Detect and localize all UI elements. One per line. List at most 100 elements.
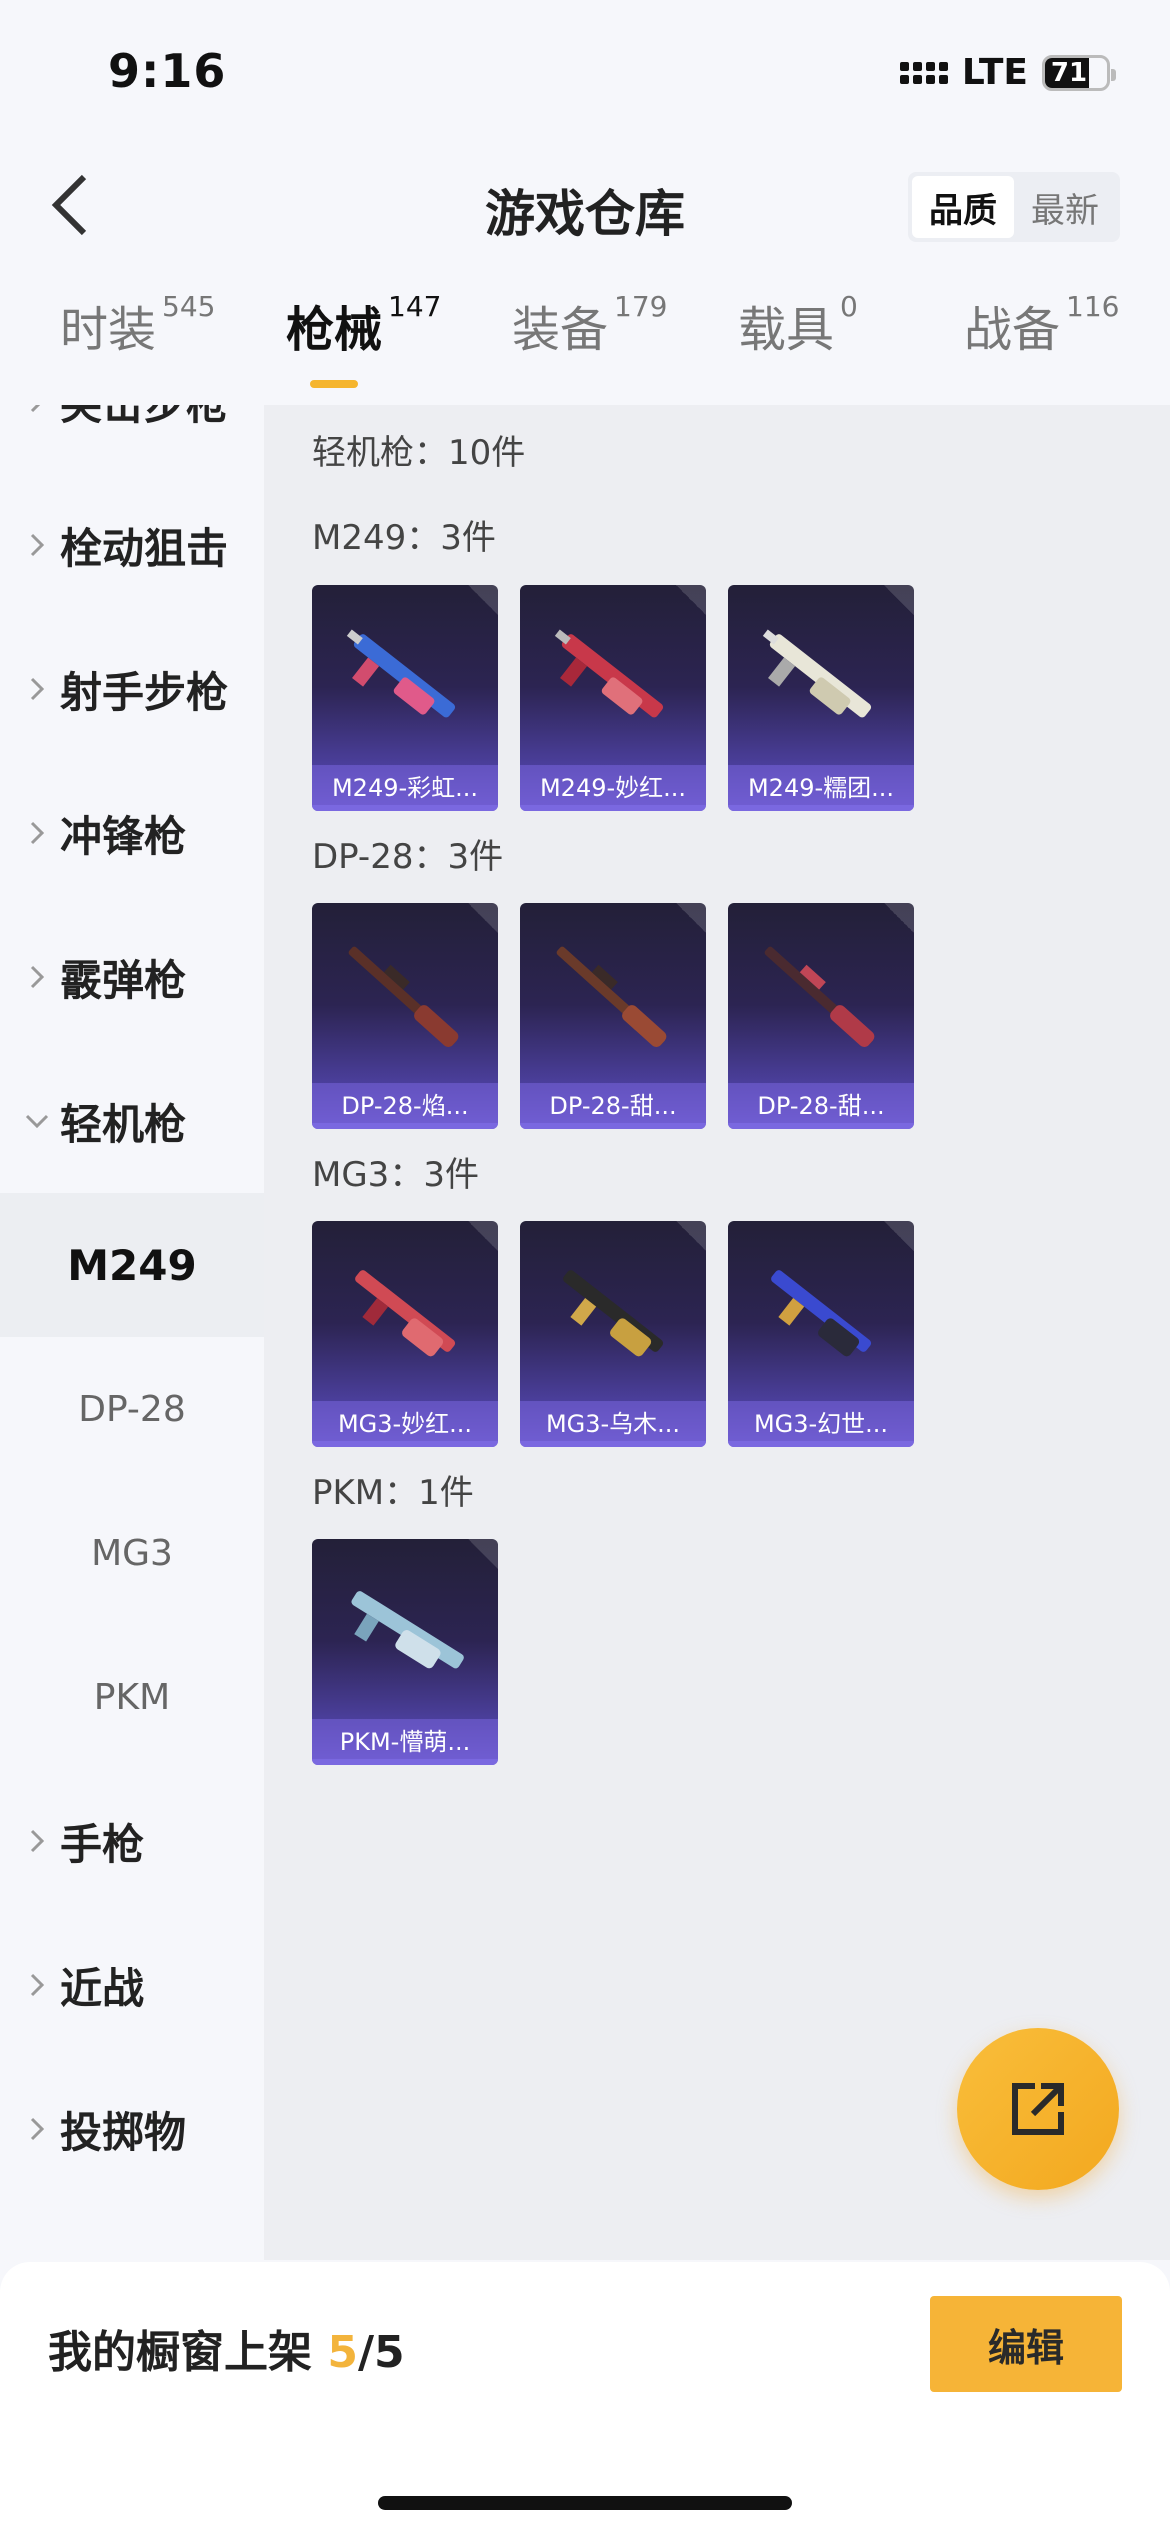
sidebar-item-pistol[interactable]: 手枪	[0, 1769, 264, 1913]
item-name: MG3-妙红...	[312, 1401, 498, 1441]
item-card[interactable]: MG3-幻世...	[728, 1221, 914, 1447]
tab-label: 装备	[512, 302, 609, 358]
category-tabs: 时装 545 枪械 147 装备 179 载具 0 战备 116	[0, 290, 1170, 400]
active-tab-indicator	[310, 380, 358, 388]
battery-level: 71	[1050, 57, 1088, 88]
sort-quality-button[interactable]: 品质	[912, 176, 1014, 238]
battery-icon: 71	[1042, 54, 1116, 91]
chevron-right-icon	[30, 1829, 44, 1853]
shelf-current: 5	[327, 2327, 358, 2378]
sort-toggle: 品质 最新	[908, 172, 1120, 242]
sidebar: 突击步枪 栓动狙击 射手步枪 冲锋枪 霰弹枪 轻机枪 M249 DP-28 MG…	[0, 405, 264, 2260]
sidebar-sub-dp28[interactable]: DP-28	[0, 1337, 264, 1481]
sidebar-item-smg[interactable]: 冲锋枪	[0, 761, 264, 905]
category-count: 轻机枪：10件	[312, 433, 526, 473]
item-card[interactable]: M249-彩虹...	[312, 585, 498, 811]
gun-icon	[762, 629, 872, 718]
tab-count: 147	[388, 290, 442, 323]
chevron-down-icon	[25, 1114, 49, 1128]
shelf-status: 我的橱窗上架 5/5	[48, 2316, 405, 2380]
tab-firearms[interactable]: 枪械 147	[286, 290, 441, 360]
status-time: 9:16	[108, 44, 227, 98]
gun-icon	[346, 629, 456, 718]
network-label: LTE	[961, 52, 1028, 93]
chevron-right-icon	[30, 2117, 44, 2141]
item-name: M249-糯团...	[728, 765, 914, 805]
item-card[interactable]: MG3-妙红...	[312, 1221, 498, 1447]
share-button[interactable]	[957, 2028, 1119, 2190]
header: 游戏仓库 品质 最新	[0, 150, 1170, 260]
signal-icon	[899, 61, 948, 84]
sidebar-item-throwable[interactable]: 投掷物	[0, 2057, 264, 2201]
gun-icon	[351, 1591, 464, 1669]
tab-supplies[interactable]: 战备 116	[964, 290, 1119, 360]
sidebar-sub-mg3[interactable]: MG3	[0, 1481, 264, 1625]
item-name: M249-妙红...	[520, 765, 706, 805]
sidebar-item-label: 突击步枪	[60, 405, 228, 432]
chevron-right-icon	[30, 533, 44, 557]
tab-equipment[interactable]: 装备 179	[512, 290, 667, 360]
edit-button[interactable]: 编辑	[930, 2296, 1122, 2392]
group-title: DP-28：3件	[312, 837, 504, 877]
chevron-right-icon	[30, 965, 44, 989]
item-name: PKM-懵萌...	[312, 1719, 498, 1759]
group-title: M249：3件	[312, 518, 496, 558]
home-indicator[interactable]	[378, 2496, 792, 2510]
item-card[interactable]: M249-妙红...	[520, 585, 706, 811]
sidebar-item-label: 轻机枪	[60, 1099, 187, 1149]
tab-fashion[interactable]: 时装 545	[60, 290, 215, 360]
sidebar-item-assault-rifle[interactable]: 突击步枪	[0, 405, 264, 473]
tab-label: 时装	[60, 302, 157, 358]
gun-icon	[764, 946, 875, 1048]
sidebar-item-label: 投掷物	[60, 2107, 187, 2157]
sidebar-item-bolt-sniper[interactable]: 栓动狙击	[0, 473, 264, 617]
item-card[interactable]: M249-糯团...	[728, 585, 914, 811]
shelf-label: 我的橱窗上架	[48, 2327, 312, 2378]
tab-label: 枪械	[286, 302, 383, 358]
tab-label: 战备	[964, 302, 1061, 358]
chevron-right-icon	[30, 1973, 44, 1997]
sidebar-item-label: 霰弹枪	[60, 955, 187, 1005]
group-title: MG3：3件	[312, 1155, 479, 1195]
gun-icon	[348, 946, 459, 1048]
sidebar-item-shotgun[interactable]: 霰弹枪	[0, 905, 264, 1049]
item-card[interactable]: DP-28-甜...	[728, 903, 914, 1129]
sidebar-item-lmg[interactable]: 轻机枪	[0, 1049, 264, 1193]
item-name: M249-彩虹...	[312, 765, 498, 805]
item-name: MG3-幻世...	[728, 1401, 914, 1441]
tab-count: 179	[614, 290, 668, 323]
sort-newest-button[interactable]: 最新	[1014, 176, 1116, 238]
sidebar-item-label: 近战	[60, 1963, 145, 2013]
share-icon	[1012, 2083, 1064, 2135]
item-name: MG3-乌木...	[520, 1401, 706, 1441]
item-name: DP-28-焰...	[312, 1083, 498, 1123]
gun-icon	[554, 629, 664, 718]
item-card[interactable]: DP-28-甜...	[520, 903, 706, 1129]
gun-icon	[563, 1270, 664, 1357]
tab-count: 116	[1066, 290, 1120, 323]
sidebar-item-label: 冲锋枪	[60, 811, 187, 861]
item-card[interactable]: MG3-乌木...	[520, 1221, 706, 1447]
tab-count: 545	[162, 290, 216, 323]
item-card[interactable]: PKM-懵萌...	[312, 1539, 498, 1765]
item-card[interactable]: DP-28-焰...	[312, 903, 498, 1129]
bottom-bar: 我的橱窗上架 5/5 编辑	[0, 2262, 1170, 2532]
chevron-right-icon	[30, 405, 41, 413]
tab-count: 0	[840, 290, 858, 323]
shelf-total: /5	[357, 2327, 405, 2378]
tab-label: 载具	[738, 302, 835, 358]
item-name: DP-28-甜...	[520, 1083, 706, 1123]
gun-icon	[355, 1270, 456, 1357]
sidebar-item-label: 射手步枪	[60, 667, 229, 717]
tab-vehicles[interactable]: 载具 0	[738, 290, 858, 360]
sidebar-sub-m249[interactable]: M249	[0, 1193, 264, 1337]
sidebar-item-label: 手枪	[60, 1819, 145, 1869]
sidebar-sub-pkm[interactable]: PKM	[0, 1625, 264, 1769]
chevron-right-icon	[30, 821, 44, 845]
item-name: DP-28-甜...	[728, 1083, 914, 1123]
chevron-right-icon	[30, 677, 44, 701]
gun-icon	[771, 1270, 872, 1357]
sidebar-item-melee[interactable]: 近战	[0, 1913, 264, 2057]
sidebar-item-marksman-rifle[interactable]: 射手步枪	[0, 617, 264, 761]
sidebar-item-label: 栓动狙击	[60, 523, 229, 573]
